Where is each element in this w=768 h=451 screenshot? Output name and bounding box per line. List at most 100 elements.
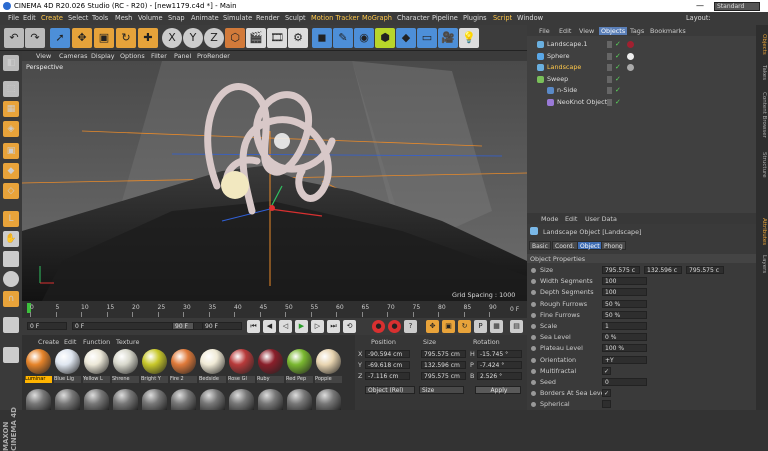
material-swatch-row2[interactable]	[142, 389, 167, 410]
autokey-icon[interactable]: ●	[388, 320, 401, 333]
vp-menu-panel[interactable]: Panel	[174, 51, 191, 61]
side-tab-content-browser[interactable]: Content Browser	[757, 87, 767, 143]
material-label[interactable]: Luminar	[25, 376, 52, 383]
tab-object[interactable]: Object	[577, 241, 603, 250]
visibility-toggle-icon[interactable]	[607, 64, 612, 71]
attr-value-field[interactable]: 100 %	[602, 344, 647, 353]
material-label[interactable]: Yellow L	[83, 376, 110, 383]
previous-key-icon[interactable]: ◀	[263, 320, 276, 333]
enable-check-icon[interactable]: ✓	[615, 85, 621, 96]
material-label[interactable]: Red Pep	[286, 376, 313, 383]
grid-icon[interactable]: ▤	[3, 317, 19, 333]
material-label[interactable]: Ruby	[257, 376, 284, 383]
deformer-icon[interactable]: ◆	[396, 28, 416, 48]
side-tab-objects[interactable]: Objects	[757, 29, 767, 59]
cube-icon[interactable]: ◼	[312, 28, 332, 48]
key-rotation-icon[interactable]: ↻	[458, 320, 471, 333]
viewport-scene[interactable]	[22, 61, 527, 301]
key-scale-icon[interactable]: ▣	[442, 320, 455, 333]
enable-check-icon[interactable]: ✓	[615, 51, 621, 62]
render-settings-icon[interactable]: ⚙	[288, 28, 308, 48]
solo-icon[interactable]: S	[3, 271, 19, 287]
obj-menu-view[interactable]: View	[579, 27, 594, 35]
menu-mograph[interactable]: MoGraph	[362, 12, 392, 25]
object-name[interactable]: Sweep	[547, 74, 568, 85]
polygon-mode-icon[interactable]: ◆	[3, 163, 19, 179]
material-label[interactable]: Fire 2	[170, 376, 197, 383]
attr-value-field[interactable]: 1	[602, 322, 647, 330]
animate-dot-icon[interactable]	[531, 380, 536, 385]
layout-select[interactable]: Standard	[714, 2, 760, 11]
timeline-ruler[interactable]: 0 5 10 15 20 25 30 35 40 45 50 55 60 65 70 75 80 85 90 0 F	[22, 301, 527, 318]
animate-dot-icon[interactable]	[531, 357, 536, 363]
record-icon[interactable]: ●	[372, 320, 385, 333]
play-backwards-icon[interactable]: ◁	[279, 320, 292, 333]
animate-dot-icon[interactable]	[531, 402, 536, 408]
coord-size-field[interactable]: 795.575 cm	[421, 372, 466, 380]
edge-mode-icon[interactable]: ◇	[3, 183, 19, 199]
menu-plugins[interactable]: Plugins	[463, 12, 487, 25]
material-swatch-row2[interactable]	[229, 389, 254, 410]
redo-icon[interactable]: ↷	[25, 28, 45, 48]
key-parameter-icon[interactable]: P	[474, 320, 487, 333]
object-row[interactable]: Sphere ✓	[527, 51, 756, 62]
points-mode-icon[interactable]: ⬚	[3, 81, 19, 97]
object-name[interactable]: Sphere	[547, 51, 570, 62]
render-view-icon[interactable]: 🎬	[246, 28, 266, 48]
texture-mode-icon[interactable]: ▦	[3, 101, 19, 117]
y-axis-button[interactable]: Y	[183, 28, 203, 48]
menu-script[interactable]: Script	[493, 12, 512, 25]
attr-value-field[interactable]: ✓	[602, 389, 611, 398]
material-swatch-row2[interactable]	[200, 389, 225, 410]
material-swatch[interactable]	[171, 349, 196, 374]
side-tab-attributes[interactable]: Attributes	[757, 215, 767, 249]
make-editable-icon[interactable]: ◧	[3, 55, 19, 71]
go-to-start-icon[interactable]: ⏮	[247, 320, 260, 333]
attr-value-field[interactable]: 795.575 c	[686, 266, 724, 274]
menu-tools[interactable]: Tools	[92, 12, 108, 25]
visibility-toggle-icon[interactable]	[607, 98, 612, 106]
attr-value-field[interactable]: 795.575 c	[602, 266, 640, 274]
tab-phong[interactable]: Phong	[601, 241, 626, 250]
menu-render[interactable]: Render	[256, 12, 279, 25]
vp-menu-prorender[interactable]: ProRender	[197, 51, 230, 61]
material-swatch[interactable]	[84, 349, 109, 374]
menu-simulate[interactable]: Simulate	[223, 12, 252, 25]
tweak-mode-icon[interactable]: ✋	[3, 231, 19, 247]
start-frame-field[interactable]: 0 F	[27, 322, 67, 330]
menu-volume[interactable]: Volume	[138, 12, 163, 25]
coord-size-select[interactable]: Size	[419, 386, 464, 394]
attr-menu-mode[interactable]: Mode	[541, 215, 558, 223]
attr-value-field[interactable]: 50 %	[602, 299, 647, 308]
rotate-icon[interactable]: ↻	[116, 28, 136, 48]
attr-value-field[interactable]: ✓	[602, 366, 611, 375]
menu-file[interactable]: File	[8, 12, 19, 25]
material-swatch[interactable]	[26, 349, 51, 374]
menu-animate[interactable]: Animate	[191, 12, 219, 25]
material-swatch[interactable]	[287, 349, 312, 374]
side-tab-takes[interactable]: Takes	[757, 63, 767, 83]
coord-rotation-field[interactable]: -7.424 °	[477, 361, 522, 369]
end-frame-field[interactable]: 90 F	[202, 322, 242, 330]
material-tag-icon[interactable]	[627, 64, 634, 71]
camera-icon[interactable]: 🎥	[438, 28, 458, 48]
next-key-icon[interactable]: ▷	[311, 320, 324, 333]
object-row[interactable]: n-Side ✓	[527, 85, 756, 96]
mat-menu-create[interactable]: Create	[38, 338, 59, 346]
coord-size-field[interactable]: 132.596 cm	[421, 361, 466, 369]
material-swatch-row2[interactable]	[316, 389, 341, 410]
object-row[interactable]: NeoKnot Object ✓	[527, 97, 756, 108]
coord-position-field[interactable]: -69.618 cm	[365, 361, 410, 369]
menu-motion-tracker[interactable]: Motion Tracker	[311, 12, 359, 25]
animate-dot-icon[interactable]	[531, 301, 536, 307]
mat-menu-edit[interactable]: Edit	[64, 338, 76, 346]
attr-value-field[interactable]: 0 %	[602, 333, 647, 342]
animate-dot-icon[interactable]	[531, 335, 536, 341]
animate-dot-icon[interactable]	[531, 268, 536, 273]
menu-mesh[interactable]: Mesh	[115, 12, 132, 25]
coord-rotation-field[interactable]: 2.526 °	[477, 372, 522, 380]
coord-mode-select[interactable]: Object (Rel)	[365, 386, 415, 394]
object-name[interactable]: Landscape.1	[547, 39, 587, 50]
attr-value-field[interactable]: 50 %	[602, 310, 647, 319]
visibility-toggle-icon[interactable]	[607, 41, 612, 48]
